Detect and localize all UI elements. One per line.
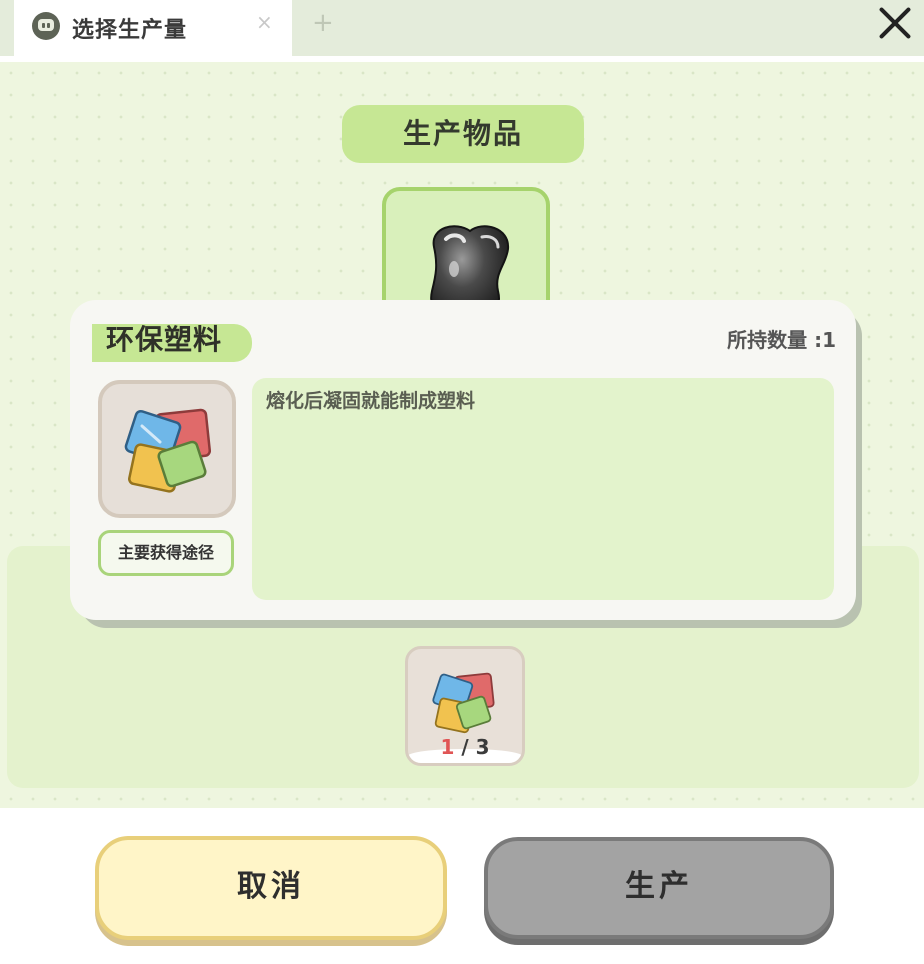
description-box: 熔化后凝固就能制成塑料 [252, 378, 834, 600]
tab-select-production[interactable]: 选择生产量 × [14, 0, 292, 56]
material-separator: / [454, 735, 476, 759]
robot-face-icon [32, 12, 60, 40]
item-name: 环保塑料 [106, 323, 223, 356]
material-need: 3 [475, 735, 490, 759]
tab-bar: 选择生产量 × + [0, 0, 924, 56]
material-count: 1 / 3 [408, 735, 522, 759]
tab-close-icon[interactable]: × [256, 10, 273, 34]
section-title: 生产物品 [342, 105, 584, 163]
material-slot[interactable]: 1 / 3 [405, 646, 525, 766]
source-button[interactable]: 主要获得途径 [98, 530, 234, 576]
owned-count: 所持数量 :1 [727, 328, 836, 352]
new-tab-icon[interactable]: + [312, 8, 334, 38]
produce-button[interactable]: 生产 [484, 837, 834, 939]
item-icon-box [98, 380, 236, 518]
cancel-button[interactable]: 取消 [95, 836, 447, 940]
close-x-icon[interactable] [872, 0, 920, 44]
tab-title: 选择生产量 [72, 18, 188, 43]
item-popup: 环保塑料 所持数量 :1 主要获得途径 熔化后凝固就能制成塑料 [70, 300, 856, 620]
item-description: 熔化后凝固就能制成塑料 [266, 390, 476, 412]
material-have: 1 [440, 735, 455, 759]
plastic-sheets-icon [124, 408, 212, 493]
